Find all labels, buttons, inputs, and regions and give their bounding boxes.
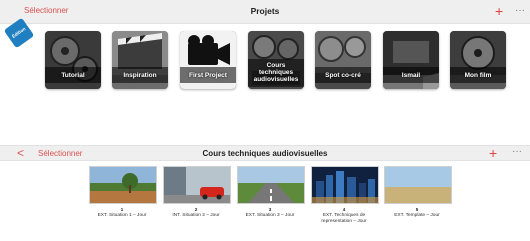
project-tile-mon-film[interactable]: Mon film xyxy=(450,31,506,89)
page-title: Projets xyxy=(250,6,280,16)
scene-number: 4 xyxy=(342,207,346,212)
scene-thumbnail xyxy=(384,166,452,204)
project-tile-first-project[interactable]: First Project xyxy=(180,31,236,89)
top-bar: Sélectionner Projets + ··· xyxy=(0,0,530,24)
project-label: Ismail xyxy=(401,71,421,79)
more-options-icon[interactable]: ··· xyxy=(515,6,525,16)
project-tile-tutorial[interactable]: Tutorial xyxy=(45,31,101,89)
project-tile-cours-techniques[interactable]: Cours techniques audiovisuelles xyxy=(248,31,304,89)
project-label: Cours techniques audiovisuelles xyxy=(253,61,299,83)
scene-caption: EXT. Techniques de representation – Jour xyxy=(321,213,367,224)
scene-thumbnail xyxy=(237,166,305,204)
scene-card[interactable]: 4 EXT. Techniques de representation – Jo… xyxy=(311,166,379,225)
project-label: Mon film xyxy=(464,71,492,79)
scene-number: 3 xyxy=(268,207,272,212)
road-image xyxy=(238,167,304,203)
scene-card[interactable]: 1 EXT. Situation 1 – Jour xyxy=(89,166,157,219)
add-scene-icon[interactable]: + xyxy=(489,146,497,160)
more-options-icon[interactable]: ··· xyxy=(512,147,522,157)
outdoor-park-image xyxy=(90,167,156,203)
project-tile-spot-co-cre[interactable]: Spot co-cré xyxy=(315,31,371,89)
scene-thumbnail xyxy=(311,166,379,204)
section-header: < Sélectionner Cours techniques audiovis… xyxy=(0,145,530,161)
scene-card[interactable]: 3 EXT. Situation 3 – Jour xyxy=(237,166,305,219)
desert-template-image xyxy=(385,167,451,203)
street-car-image xyxy=(164,167,230,203)
project-label: Inspiration xyxy=(123,71,157,79)
scene-caption: INT. Situation 2 – Jour xyxy=(172,213,220,218)
projects-row: Tutorial Inspiration First Project Cours… xyxy=(0,31,530,93)
scene-number: 1 xyxy=(120,207,124,212)
add-project-icon[interactable]: + xyxy=(495,4,503,18)
scene-caption: EXT. Situation 1 – Jour xyxy=(97,213,147,218)
scene-card[interactable]: 5 EXT. Template – Jour xyxy=(384,166,452,219)
project-tile-inspiration[interactable]: Inspiration xyxy=(112,31,168,89)
project-label: Spot co-cré xyxy=(325,71,361,79)
project-label: First Project xyxy=(189,71,227,79)
scene-thumbnail xyxy=(89,166,157,204)
scene-number: 5 xyxy=(415,207,419,212)
scene-caption: EXT. Template – Jour xyxy=(394,213,440,218)
scene-caption: EXT. Situation 3 – Jour xyxy=(245,213,295,218)
section-title: Cours techniques audiovisuelles xyxy=(202,149,328,158)
project-label: Tutorial xyxy=(61,71,85,79)
project-tile-ismail[interactable]: Ismail xyxy=(383,31,439,89)
scene-card[interactable]: 2 INT. Situation 2 – Jour xyxy=(163,166,231,219)
city-night-image xyxy=(312,167,378,203)
scene-number: 2 xyxy=(194,207,198,212)
scene-thumbnail xyxy=(163,166,231,204)
